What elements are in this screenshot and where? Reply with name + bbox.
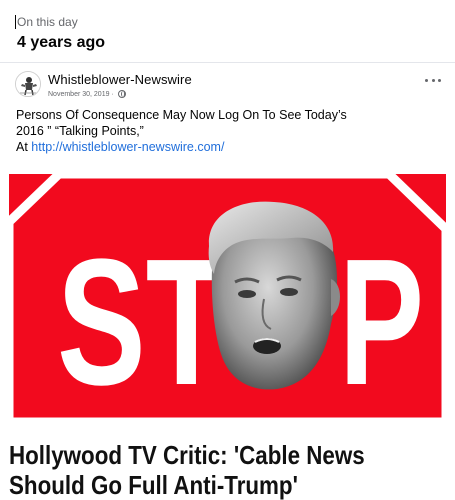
headline-line2: Should Go Full Anti-Trump' <box>9 470 298 500</box>
memory-header: On this day 4 years ago <box>0 6 455 60</box>
figure-logo-icon <box>16 72 40 96</box>
post-link[interactable]: http://whistleblower-newswire.com/ <box>31 140 224 154</box>
post-header: Whistleblower-Newswire November 30, 2019… <box>0 63 455 107</box>
headline-text: Hollywood TV Critic: 'Cable News Should … <box>9 440 387 500</box>
memory-label: On this day <box>15 15 78 29</box>
article-headline[interactable]: Hollywood TV Critic: 'Cable News Should … <box>0 422 455 500</box>
avatar[interactable] <box>15 71 41 97</box>
more-options-icon[interactable] <box>425 75 441 85</box>
memory-title: 4 years ago <box>17 34 106 51</box>
memory-card: On this day 4 years ago Whistleblower-Ne… <box>0 0 455 500</box>
author-name[interactable]: Whistleblower-Newswire <box>48 72 192 87</box>
stop-sign-image: ST P <box>9 174 446 422</box>
headline-line1: Hollywood TV Critic: 'Cable News <box>9 440 365 470</box>
post-text-line1: Persons Of Consequence May Now Log On To… <box>16 108 347 122</box>
post-text: Persons Of Consequence May Now Log On To… <box>16 107 436 155</box>
post-text-line2: 2016 ” “Talking Points,” <box>16 124 144 138</box>
link-prefix: At <box>16 140 32 154</box>
globe-icon <box>117 90 126 98</box>
post-text-line3: At http://whistleblower-newswire.com/ <box>16 139 436 155</box>
sign-text-left: ST <box>57 222 227 422</box>
post-image[interactable]: ST P <box>9 174 446 422</box>
date-separator: · <box>111 90 114 98</box>
post-meta: November 30, 2019 · <box>48 90 126 98</box>
sign-text-right: P <box>339 222 424 422</box>
post-date[interactable]: November 30, 2019 <box>48 91 109 98</box>
